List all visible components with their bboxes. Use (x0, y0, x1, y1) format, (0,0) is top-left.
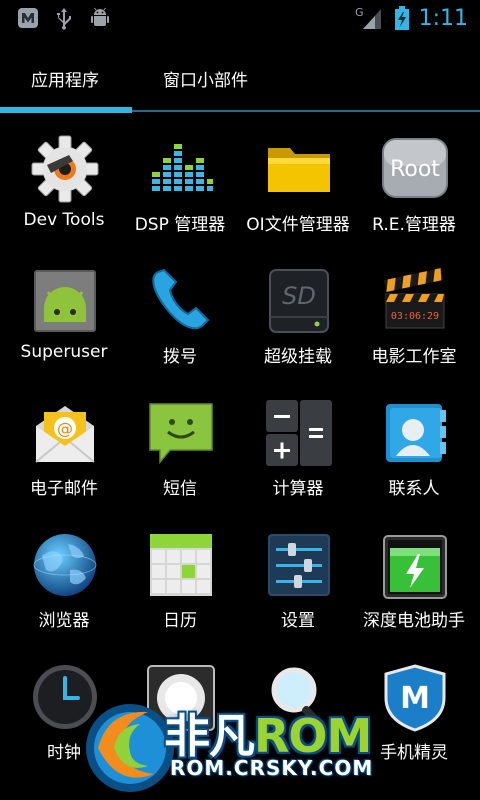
calculator-icon (266, 400, 332, 466)
equalizer-icon (152, 144, 213, 191)
app-email[interactable]: @ 电子邮件 (4, 388, 124, 520)
app-label: 短信 (163, 479, 197, 499)
clapperboard-time: 03:06:29 (391, 311, 439, 322)
app-label: 日历 (163, 611, 197, 631)
app-super-mount[interactable]: SD 超级挂载 (238, 256, 358, 388)
app-dialer[interactable]: 拨号 (120, 256, 240, 388)
folder-icon (268, 148, 330, 192)
messaging-icon (149, 403, 213, 465)
tab-widgets[interactable]: 窗口小部件 (163, 66, 248, 91)
status-bar: G 1:11 (0, 0, 480, 38)
notification-app-icon (18, 8, 38, 28)
app-calendar[interactable]: 日历 (120, 520, 240, 652)
app-label: 浏览器 (38, 611, 90, 631)
app-label: 超级挂载 (264, 347, 332, 367)
network-type-label: G (355, 6, 364, 19)
contacts-icon (386, 404, 446, 462)
tab-apps[interactable]: 应用程序 (31, 66, 99, 91)
app-label: 电子邮件 (30, 479, 98, 499)
status-bar-system: G 1:11 (355, 5, 468, 31)
dev-tools-icon (31, 135, 99, 203)
app-label: OI文件管理器 (246, 215, 350, 235)
app-dev-tools[interactable]: Dev Tools (4, 124, 124, 256)
phone-icon (152, 268, 210, 330)
app-label: R.E.管理器 (372, 215, 456, 235)
app-dsp-manager[interactable]: DSP 管理器 (120, 124, 240, 256)
battery-charging-icon (394, 6, 409, 30)
clapperboard-icon: 03:06:29 (383, 268, 445, 329)
root-icon-text: Root (390, 157, 440, 182)
active-tab-indicator (0, 107, 132, 113)
app-browser[interactable]: 浏览器 (4, 520, 124, 652)
sd-card-icon: SD (269, 269, 329, 333)
watermark-logo: 非凡ROM ROM.CRSKY.COM (78, 690, 408, 800)
status-bar-notifications (16, 6, 112, 30)
app-superuser[interactable]: Superuser (4, 256, 124, 388)
app-label: 联系人 (388, 479, 440, 499)
signal-icon: G (355, 6, 381, 29)
app-battery-assistant[interactable]: 深度电池助手 (354, 520, 474, 652)
usb-icon (57, 8, 71, 30)
app-label: 深度电池助手 (363, 611, 465, 631)
app-label: DSP 管理器 (134, 215, 226, 235)
email-icon: @ (35, 406, 95, 463)
app-label: 拨号 (163, 347, 197, 367)
email-at-sign: @ (57, 419, 73, 438)
app-re-manager[interactable]: Root R.E.管理器 (354, 124, 474, 256)
app-label: Superuser (20, 342, 108, 362)
app-movie-studio[interactable]: 03:06:29 电影工作室 (354, 256, 474, 388)
settings-sliders-icon (268, 534, 330, 596)
app-messaging[interactable]: 短信 (120, 388, 240, 520)
app-label: Dev Tools (23, 210, 105, 230)
watermark-brand-en: ROM (254, 709, 372, 763)
android-debug-icon (91, 7, 109, 26)
app-label: 计算器 (272, 479, 324, 499)
calendar-icon (150, 534, 212, 596)
app-settings[interactable]: 设置 (238, 520, 358, 652)
sd-card-text: SD (282, 282, 316, 310)
app-contacts[interactable]: 联系人 (354, 388, 474, 520)
superuser-android-icon (34, 270, 96, 332)
app-label: 电影工作室 (371, 347, 457, 367)
watermark-brand-cn: 非凡 (164, 709, 255, 763)
app-calculator[interactable]: 计算器 (238, 388, 358, 520)
app-label: 设置 (281, 611, 315, 631)
app-drawer-tabs: 应用程序 窗口小部件 (0, 38, 480, 114)
app-oi-file-manager[interactable]: OI文件管理器 (238, 124, 358, 256)
status-clock: 1:11 (418, 5, 468, 31)
watermark-url: ROM.CRSKY.COM (170, 756, 374, 780)
battery-icon (383, 535, 447, 599)
root-icon: Root (382, 138, 448, 198)
browser-globe-icon (33, 534, 97, 596)
